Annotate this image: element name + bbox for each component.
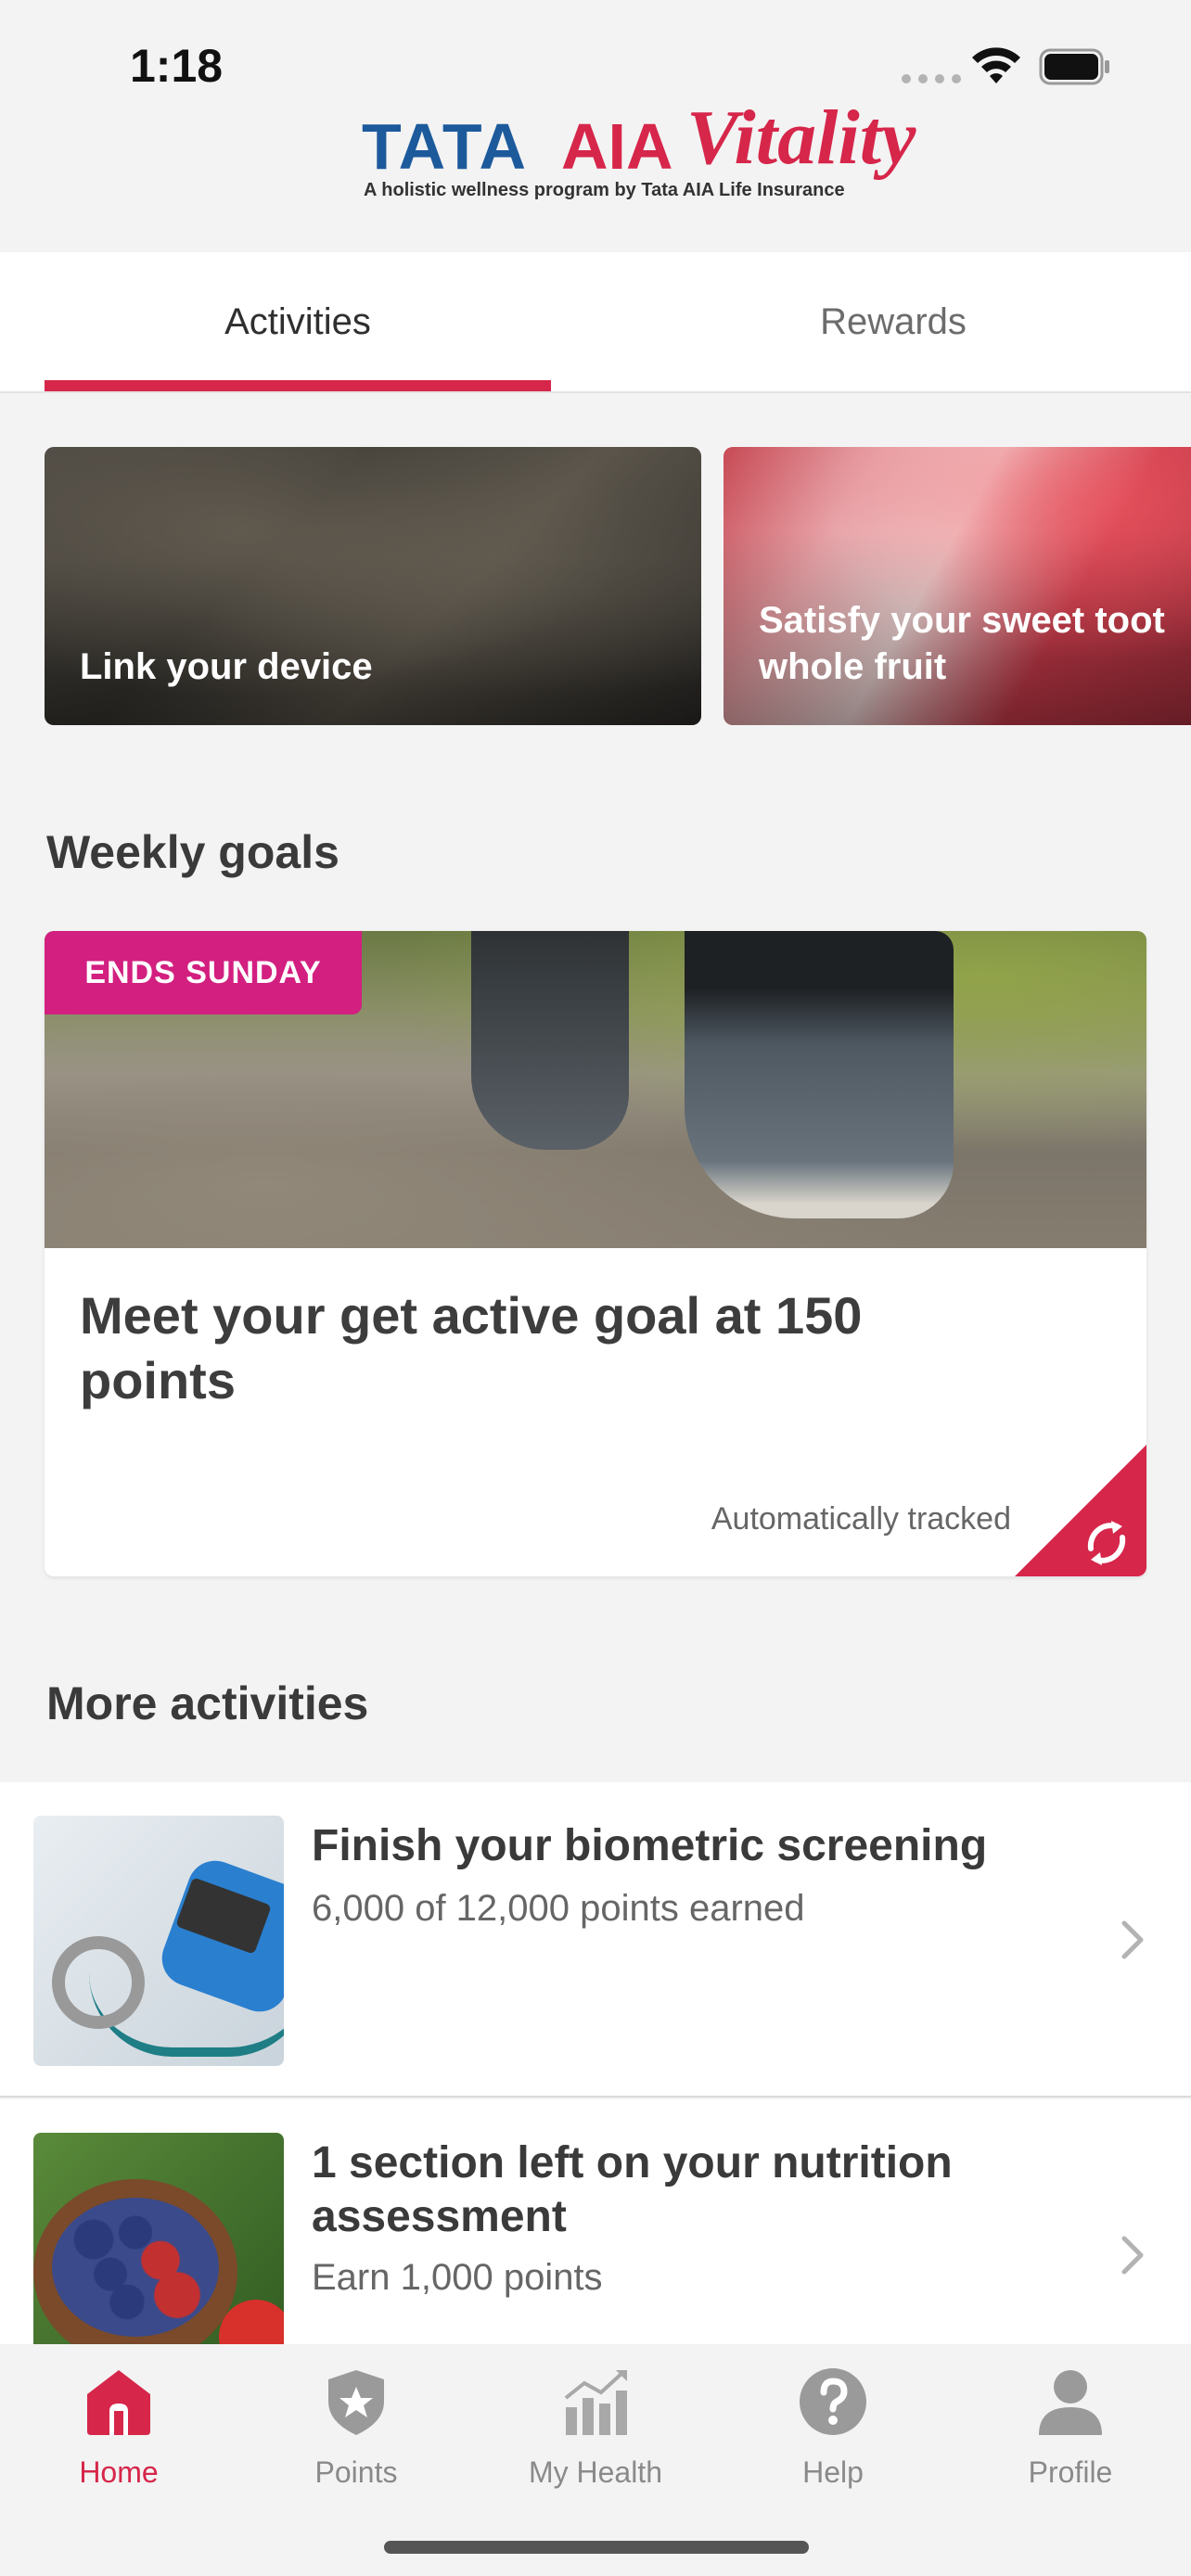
home-indicator[interactable] [384, 2541, 809, 2554]
help-icon [800, 2368, 866, 2435]
nav-profile[interactable]: Profile [978, 2363, 1163, 2502]
weekly-goal-card[interactable]: ENDS SUNDAY Meet your get active goal at… [45, 931, 1146, 1576]
chevron-right-icon [1121, 1920, 1144, 1959]
tab-activities[interactable]: Activities [45, 252, 551, 391]
list-item-biometric-screening[interactable]: Finish your biometric screening 6,000 of… [0, 1782, 1191, 2098]
wifi-icon [972, 47, 1020, 83]
status-time: 1:18 [130, 40, 224, 92]
promo-label: Satisfy your sweet toot whole fruit [759, 600, 1165, 687]
list-item-subtitle: 6,000 of 12,000 points earned [312, 1888, 805, 1929]
list-item-nutrition-assessment[interactable]: 1 section left on your nutrition assessm… [0, 2099, 1191, 2383]
home-icon [87, 2370, 150, 2435]
nav-label: My Health [528, 2455, 663, 2489]
biometric-screening-image [33, 1816, 284, 2066]
nav-help[interactable]: Help [740, 2363, 926, 2502]
sync-icon [1015, 1445, 1146, 1576]
ends-sunday-badge: ENDS SUNDAY [45, 931, 362, 1014]
more-activities-heading: More activities [46, 1677, 369, 1729]
nav-label: Profile [1028, 2455, 1113, 2489]
promo-card-sweet-tooth[interactable]: Satisfy your sweet toot whole fruit [724, 447, 1191, 725]
nav-points[interactable]: Points [263, 2363, 449, 2502]
battery-icon [1039, 48, 1109, 85]
tata-aia-vitality-logo: TATA AIA Vitality A holistic wellness pr… [362, 93, 916, 213]
list-item-subtitle: Earn 1,000 points [312, 2257, 603, 2298]
nav-label: Home [79, 2455, 159, 2489]
cellular-signal-icon [902, 74, 961, 83]
promo-card-link-device[interactable]: Link your device [45, 447, 701, 725]
logo-tagline: A holistic wellness program by Tata AIA … [364, 180, 845, 200]
logo-tata-text: TATA [362, 110, 529, 183]
tab-rewards[interactable]: Rewards [612, 252, 1174, 391]
promo-label: Link your device [80, 646, 373, 687]
status-bar: 1:18 [0, 0, 1191, 102]
chevron-right-icon [1121, 2236, 1144, 2275]
nav-label: Help [802, 2455, 864, 2489]
list-item-title: 1 section left on your nutrition assessm… [312, 2138, 953, 2241]
logo-vitality-text: Vitality [686, 95, 916, 181]
health-chart-icon [564, 2370, 627, 2435]
list-item-title: Finish your biometric screening [312, 1821, 988, 1870]
profile-icon [1039, 2370, 1102, 2435]
tab-bar: Activities Rewards [0, 252, 1191, 393]
weekly-goals-heading: Weekly goals [46, 826, 339, 878]
auto-tracked-label: Automatically tracked [711, 1501, 1011, 1537]
goal-title: Meet your get active goal at 150 points [80, 1286, 863, 1409]
nav-label: Points [314, 2455, 398, 2489]
active-tab-indicator [45, 380, 551, 391]
logo-aia-text: AIA [561, 110, 673, 183]
nav-home[interactable]: Home [26, 2363, 211, 2502]
points-badge-icon [328, 2370, 384, 2435]
nav-my-health[interactable]: My Health [503, 2363, 688, 2502]
